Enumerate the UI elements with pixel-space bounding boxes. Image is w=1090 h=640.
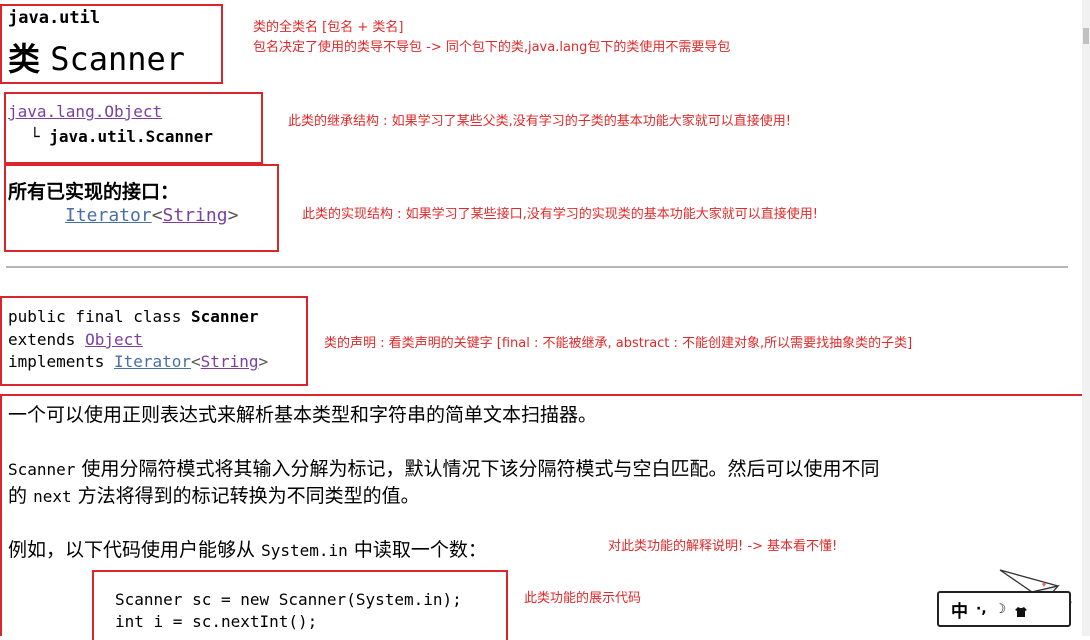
interfaces-list: Iterator<String> bbox=[65, 205, 238, 226]
inheritance-child: └ java.util.Scanner bbox=[30, 127, 213, 146]
annotation-fullname-1: 类的全类名 [包名 + 类名] bbox=[253, 20, 404, 35]
class-title: 类 Scanner bbox=[8, 34, 185, 80]
section-divider bbox=[6, 266, 1068, 268]
tree-branch-icon: └ bbox=[30, 127, 40, 146]
description-para-2: Scanner 使用分隔符模式将其输入分解为标记，默认情况下该分隔符模式与空白匹… bbox=[8, 454, 880, 481]
declaration-generic-close: > bbox=[258, 352, 269, 371]
child-class: java.util.Scanner bbox=[49, 127, 214, 146]
parent-class-link[interactable]: java.lang.Object bbox=[8, 102, 162, 121]
declaration-line-2: extends Object bbox=[8, 330, 143, 349]
system-in-code: System.in bbox=[261, 541, 348, 560]
annotation-description: 对此类功能的解释说明! -> 基本看不懂! bbox=[608, 539, 838, 554]
declaration-modifiers: public final class bbox=[8, 307, 182, 326]
ime-toolbar[interactable]: 中 ·, ☽ bbox=[937, 591, 1071, 627]
extends-keyword: extends bbox=[8, 330, 76, 349]
class-prefix: 类 bbox=[8, 40, 41, 78]
scrollbar-thumb[interactable] bbox=[1083, 28, 1089, 44]
annotation-declaration: 类的声明 : 看类声明的关键字 [final : 不能被继承, abstract… bbox=[324, 336, 913, 351]
punctuation-icon[interactable]: ·, bbox=[976, 601, 987, 617]
declaration-line-1: public final class Scanner bbox=[8, 307, 258, 326]
declaration-iterator-link[interactable]: Iterator bbox=[114, 352, 191, 371]
declaration-generic-open: < bbox=[191, 352, 201, 371]
description-para-3: 例如，以下代码使用户能够从 System.in 中读取一个数： bbox=[8, 535, 487, 562]
string-link[interactable]: String bbox=[163, 205, 228, 226]
description-para-3-tail: 中读取一个数： bbox=[353, 539, 487, 561]
iterator-link[interactable]: Iterator bbox=[65, 205, 152, 226]
annotation-fullname-2: 包名决定了使用的类导不导包 -> 同个包下的类,java.lang包下的类使用不… bbox=[253, 40, 731, 55]
shirt-icon[interactable] bbox=[1014, 603, 1028, 617]
object-link[interactable]: Object bbox=[85, 330, 143, 349]
annotation-interfaces: 此类的实现结构 : 如果学习了某些接口,没有学习的实现类的基本功能大家就可以直接… bbox=[302, 207, 818, 222]
declaration-class-name: Scanner bbox=[191, 307, 259, 326]
declaration-line-3: implements Iterator<String> bbox=[8, 352, 268, 371]
class-title-name: Scanner bbox=[50, 40, 186, 78]
implements-keyword: implements bbox=[8, 352, 105, 371]
next-code: next bbox=[33, 487, 72, 506]
vertical-scrollbar[interactable] bbox=[1082, 0, 1090, 636]
description-para-3-lead: 例如，以下代码使用户能够从 bbox=[8, 539, 256, 561]
annotation-inheritance: 此类的继承结构 : 如果学习了某些父类,没有学习的子类的基本功能大家就可以直接使… bbox=[288, 114, 791, 129]
generic-close: > bbox=[227, 205, 239, 226]
declaration-string-link[interactable]: String bbox=[201, 352, 259, 371]
generic-open: < bbox=[151, 205, 163, 226]
annotation-code-sample: 此类功能的展示代码 bbox=[524, 591, 642, 606]
description-para-1: 一个可以使用正则表达式来解析基本类型和字符串的简单文本扫描器。 bbox=[8, 404, 598, 426]
code-line-1: Scanner sc = new Scanner(System.in); bbox=[115, 590, 462, 609]
scanner-code: Scanner bbox=[8, 460, 76, 479]
description-para-2b: 的 next 方法将得到的标记转换为不同类型的值。 bbox=[8, 481, 420, 508]
ime-language-toggle[interactable]: 中 bbox=[951, 597, 968, 622]
moon-icon[interactable]: ☽ bbox=[995, 602, 1007, 617]
description-para-2-text: 使用分隔符模式将其输入分解为标记，默认情况下该分隔符模式与空白匹配。然后可以使用… bbox=[81, 458, 880, 480]
description-para-2b-text: 方法将得到的标记转换为不同类型的值。 bbox=[77, 485, 420, 507]
package-name: java.util bbox=[8, 8, 101, 28]
code-line-2: int i = sc.nextInt(); bbox=[115, 612, 318, 631]
description-para-2b-lead: 的 bbox=[8, 485, 28, 507]
interfaces-heading: 所有已实现的接口： bbox=[8, 181, 180, 203]
